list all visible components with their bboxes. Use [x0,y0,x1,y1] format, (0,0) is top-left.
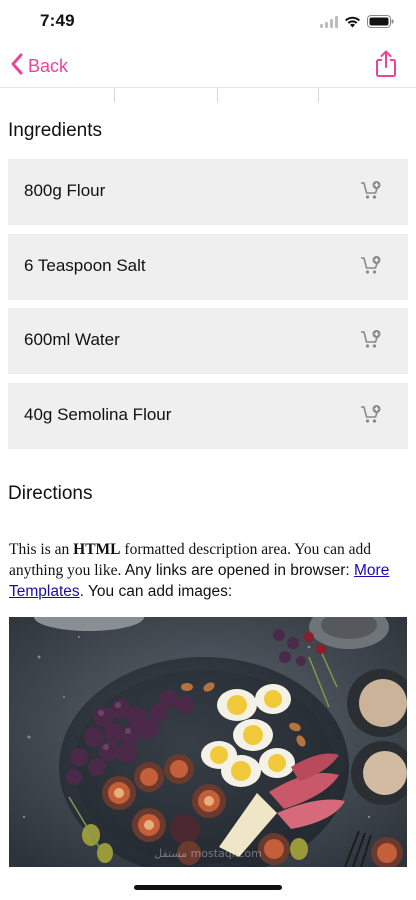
watermark-text: مستقل mostaql.com [154,847,262,860]
share-button[interactable] [374,50,398,83]
tab-dividers [0,88,416,102]
back-label: Back [28,56,69,76]
navigation-bar: Back [0,44,416,88]
status-time: 7:49 [40,11,75,30]
chevron-left-icon [10,52,24,81]
description-text: . You can add images: [79,583,233,600]
ingredient-label: 600ml Water [24,330,120,349]
status-icons [320,15,394,33]
add-to-cart-icon[interactable] [360,330,382,355]
directions-title: Directions [8,483,93,504]
ingredient-item[interactable]: 6 Teaspoon Salt [8,234,408,300]
ingredient-item[interactable]: 600ml Water [8,308,408,374]
ingredient-item[interactable]: 40g Semolina Flour [8,383,408,449]
ingredient-label: 6 Teaspoon Salt [24,256,146,275]
tab-divider [318,88,319,102]
description-text: Any links are opened in browser: [121,562,355,579]
description-text: This is an [9,541,74,558]
ingredient-item[interactable]: 800g Flour [8,159,408,225]
share-icon [374,50,398,82]
food-platter-image: مستقل mostaql.com [9,617,407,867]
ingredient-label: 40g Semolina Flour [24,405,172,424]
home-indicator [134,885,282,890]
add-to-cart-icon[interactable] [360,181,382,206]
tab-divider [114,88,115,102]
tab-divider [217,88,218,102]
add-to-cart-icon[interactable] [360,405,382,430]
back-button[interactable]: Back [10,52,68,81]
ingredients-title: Ingredients [8,120,103,141]
battery-icon [367,15,394,33]
signal-icon [320,15,338,33]
directions-description: This is an HTML formatted description ar… [9,539,407,602]
add-to-cart-icon[interactable] [360,256,382,281]
status-bar: 7:49 [0,0,416,44]
wifi-icon [344,15,361,33]
ingredient-label: 800g Flour [24,181,106,200]
description-bold: HTML [73,541,121,558]
